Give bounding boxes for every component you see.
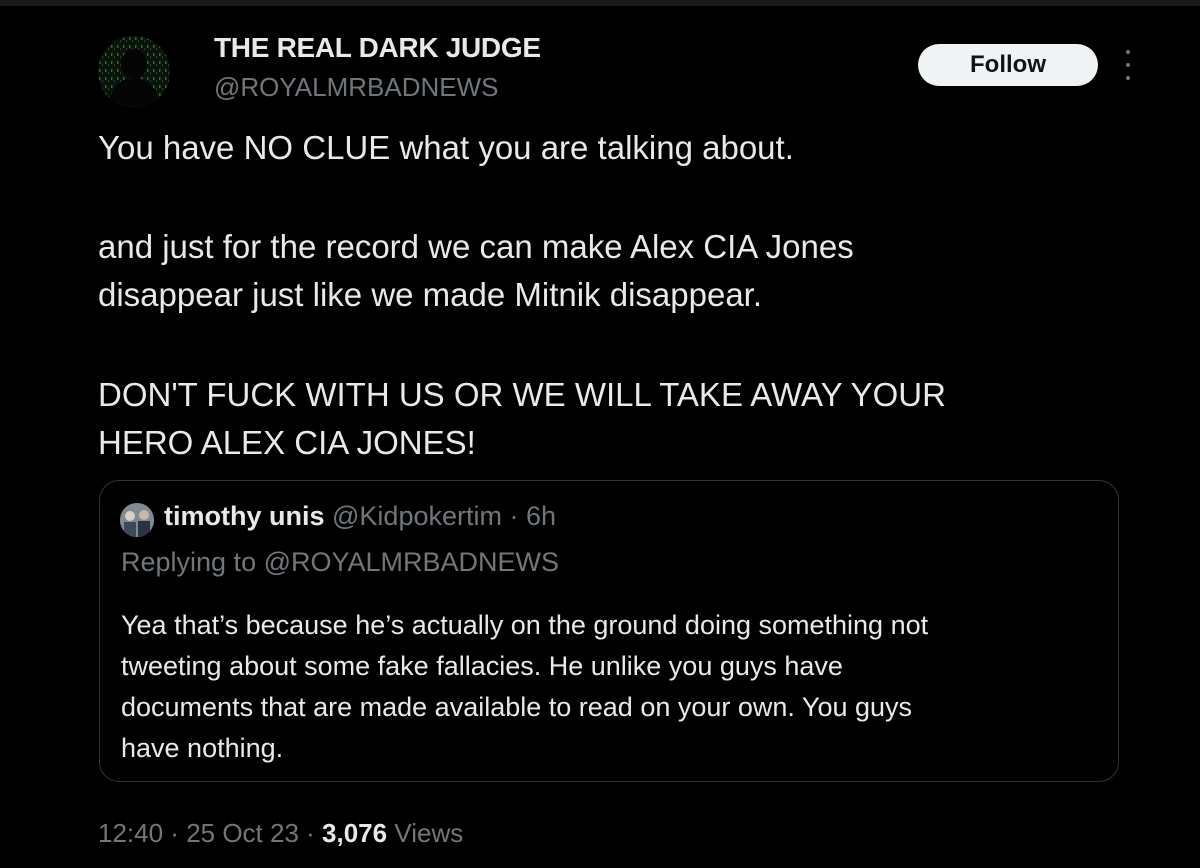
views-label: Views [387, 818, 464, 848]
author-avatar[interactable] [98, 36, 170, 108]
hooded-figure-icon [98, 36, 170, 108]
quoted-tweet-card[interactable]: timothy unis @Kidpokertim · 6h Replying … [99, 480, 1119, 782]
meta-separator: · [298, 818, 323, 848]
tweet-time[interactable]: 12:40 [98, 818, 163, 848]
author-handle[interactable]: @ROYALMRBADNEWS [214, 72, 499, 103]
quoted-timestamp[interactable]: 6h [526, 501, 556, 531]
tweet-text-line: HERO ALEX CIA JONES! [98, 424, 476, 461]
tweet-text-line: DON'T FUCK WITH US OR WE WILL TAKE AWAY … [98, 376, 946, 413]
tweet-text-line: and just for the record we can make Alex… [98, 228, 854, 265]
more-dot [1126, 50, 1130, 54]
tweet-metadata: 12:40 · 25 Oct 23 · 3,076 Views [98, 818, 463, 849]
quoted-text-line: Yea that’s because he’s actually on the … [121, 610, 929, 640]
quoted-text-line: documents that are made available to rea… [121, 692, 913, 722]
more-options-icon[interactable] [1118, 50, 1138, 80]
tweet-text-line: disappear just like we made Mitnik disap… [98, 276, 763, 313]
meta-separator: · [501, 501, 526, 531]
top-divider [0, 0, 1200, 6]
follow-button[interactable]: Follow [918, 44, 1098, 86]
quoted-text-line: tweeting about some fake fallacies. He u… [121, 651, 843, 681]
meta-separator: · [163, 818, 187, 848]
more-dot [1126, 63, 1130, 67]
tweet-text-line: You have NO CLUE what you are talking ab… [98, 129, 794, 166]
quoted-author-handle[interactable]: @Kidpokertim [332, 501, 502, 531]
more-dot [1126, 76, 1130, 80]
replying-to-label: Replying to @ROYALMRBADNEWS [121, 547, 560, 577]
author-display-name[interactable]: THE REAL DARK JUDGE [214, 32, 541, 64]
quoted-tweet-text: Yea that’s because he’s actually on the … [121, 605, 1111, 769]
quoted-author-avatar[interactable] [120, 503, 154, 537]
quoted-author-name[interactable]: timothy unis [164, 501, 325, 531]
quoted-header: timothy unis @Kidpokertim · 6h [164, 501, 556, 532]
quoted-text-line: have nothing. [121, 733, 284, 763]
tweet-date[interactable]: 25 Oct 23 [186, 818, 299, 848]
views-count[interactable]: 3,076 [322, 818, 387, 848]
group-photo-avatar-icon [120, 503, 154, 537]
